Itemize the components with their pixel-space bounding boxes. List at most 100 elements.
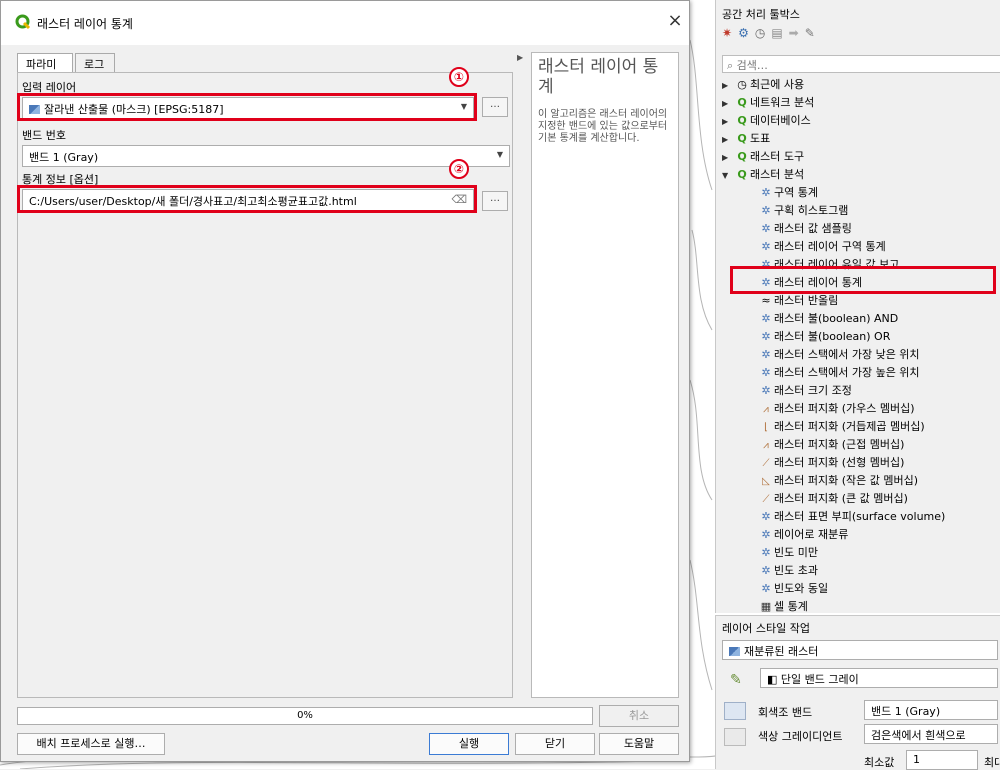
fuzzy-near-icon: ⩘ [763, 440, 769, 451]
tree-group-plots[interactable]: ▶ Q 도표 [722, 130, 770, 148]
tab-parameters[interactable]: 파라미터 [17, 53, 73, 87]
run-button[interactable]: 실행 [429, 733, 509, 755]
tree-item[interactable]: ✲ 래스터 불(boolean) OR [758, 328, 890, 346]
styled-layer-select[interactable]: 재분류된 래스터 [722, 640, 998, 660]
algorithm-gear-icon: ✲ [761, 582, 771, 595]
tree-item[interactable]: ⟋ 래스터 퍼지화 (선형 멤버십) [758, 454, 905, 472]
tree-item[interactable]: ✲ 레이어로 재분류 [758, 526, 848, 544]
tree-item[interactable]: ✲ 래스터 크기 조정 [758, 382, 851, 400]
group-label: 최근에 사용 [750, 78, 805, 91]
transparency-tab-icon[interactable] [724, 728, 746, 746]
edit-features-icon[interactable]: ➡ [789, 26, 805, 40]
search-placeholder: 검색… [736, 59, 768, 72]
paint-brush-icon: ✎ [730, 672, 742, 688]
tree-item[interactable]: ✲ 래스터 표면 부피(surface volume) [758, 508, 945, 526]
close-button[interactable]: 닫기 [515, 733, 595, 755]
highlight-box-input-layer [17, 93, 477, 121]
toolbox-title: 공간 처리 툴박스 [722, 8, 800, 21]
chevron-right-icon: ▶ [722, 135, 729, 144]
qgis-logo-icon [15, 14, 31, 30]
tree-item[interactable]: ✲ 래스터 레이어 구역 통계 [758, 238, 885, 256]
tree-item[interactable]: ✲ 래스터 불(boolean) AND [758, 310, 898, 328]
tree-item-label: 래스터 퍼지화 (거듭제곱 멤버십) [774, 420, 925, 433]
tree-group-raster-analysis[interactable]: ▼ Q 래스터 분석 [722, 166, 804, 184]
band-select[interactable]: 밴드 1 (Gray) ▼ [22, 145, 510, 167]
tree-item-label: 래스터 퍼지화 (작은 값 멤버십) [774, 474, 919, 487]
tree-item[interactable]: ✲ 래스터 스택에서 가장 높은 위치 [758, 364, 919, 382]
tree-item-label: 구역 통계 [774, 186, 818, 199]
tree-item-label: 래스터 표면 부피(surface volume) [774, 510, 946, 523]
progress-bar: 0% [17, 707, 593, 725]
input-layer-browse-button[interactable]: … [482, 97, 508, 117]
tree-item-label: 래스터 스택에서 가장 낮은 위치 [774, 348, 920, 361]
fuzzy-linear-icon: ⟋ [762, 458, 770, 469]
tree-item[interactable]: ⌊ 래스터 퍼지화 (거듭제곱 멤버십) [758, 418, 925, 436]
raster-layer-icon [729, 647, 740, 656]
parameters-panel: 입력 레이어 잘라낸 산출물 (마스크) [EPSG:5187] ▼ … 밴드 … [17, 72, 513, 698]
tree-item-label: 구획 히스토그램 [774, 204, 849, 217]
algorithm-gear-icon: ✲ [761, 564, 771, 577]
tree-item[interactable]: ◺ 래스터 퍼지화 (작은 값 멤버십) [758, 472, 918, 490]
help-button[interactable]: 도움말 [599, 733, 679, 755]
tree-item[interactable]: ✲ 래스터 값 샘플링 [758, 220, 851, 238]
tree-group-database[interactable]: ▶ Q 데이터베이스 [722, 112, 811, 130]
tree-item-label: 래스터 반올림 [774, 294, 839, 307]
color-gradient-label: 색상 그레이디언트 [758, 730, 843, 743]
python-icon[interactable]: ⚙ [738, 26, 755, 40]
fuzzy-large-icon: ⟋ [762, 494, 770, 505]
options-icon[interactable]: ✎ [805, 26, 821, 40]
tree-item[interactable]: ✲ 빈도와 동일 [758, 580, 828, 598]
tree-item[interactable]: ⩘ 래스터 퍼지화 (근접 멤버십) [758, 436, 904, 454]
help-panel: 래스터 레이어 통계 이 알고리즘은 래스터 레이어의 지정한 밴드에 있는 값… [531, 52, 679, 698]
chevron-down-icon: ▼ [722, 171, 729, 180]
group-label: 네트워크 분석 [750, 96, 815, 109]
min-value-label: 최소값 [864, 756, 895, 769]
algorithm-gear-icon: ✲ [761, 240, 771, 253]
tab-log[interactable]: 로그 [75, 53, 115, 73]
cancel-button[interactable]: 취소 [599, 705, 679, 727]
models-icon[interactable]: ✷ [722, 26, 738, 40]
help-description: 이 알고리즘은 래스터 레이어의 지정한 밴드에 있는 값으로부터 기본 통계를… [538, 109, 668, 144]
statistics-output-browse-button[interactable]: … [482, 191, 508, 211]
tree-group-network[interactable]: ▶ Q 네트워크 분석 [722, 94, 814, 112]
progress-text: 0% [297, 710, 313, 721]
min-value-input[interactable]: 1 [906, 750, 978, 770]
qgis-icon: Q [737, 96, 747, 109]
close-icon[interactable]: × [663, 9, 687, 33]
search-icon: ⌕ [727, 59, 734, 72]
gray-band-select[interactable]: 밴드 1 (Gray) [864, 700, 998, 720]
algorithm-gear-icon: ✲ [761, 546, 771, 559]
tree-group-recent[interactable]: ▶ ◷ 최근에 사용 [722, 76, 804, 94]
tree-item[interactable]: ▦ 셀 통계 [758, 598, 808, 616]
symbology-tab-icon[interactable] [724, 702, 746, 720]
panel-splitter-handle[interactable]: ▶ [517, 53, 525, 65]
annotation-number-1: ① [449, 67, 469, 87]
batch-process-button[interactable]: 배치 프로세스로 실행… [17, 733, 165, 755]
cell-statistics-icon: ▦ [760, 600, 772, 613]
renderer-type-select[interactable]: ◧ 단일 밴드 그레이 [760, 668, 998, 688]
tree-item-label: 래스터 퍼지화 (선형 멤버십) [774, 456, 905, 469]
max-value-label: 최대 [984, 756, 1000, 769]
qgis-icon: Q [737, 168, 747, 181]
fuzzy-small-icon: ◺ [762, 476, 770, 487]
color-gradient-select[interactable]: 검은색에서 흰색으로 [864, 724, 998, 744]
tree-item-label: 빈도 미만 [774, 546, 818, 559]
tree-item[interactable]: ✲ 빈도 초과 [758, 562, 818, 580]
tree-item[interactable]: ✲ 구획 히스토그램 [758, 202, 848, 220]
tree-group-raster-tools[interactable]: ▶ Q 래스터 도구 [722, 148, 804, 166]
toolbox-search-input[interactable]: ⌕ 검색… [722, 55, 1000, 73]
tree-item-label: 래스터 불(boolean) OR [774, 330, 891, 343]
tree-item[interactable]: ⩘ 래스터 퍼지화 (가우스 멤버십) [758, 400, 914, 418]
tree-item[interactable]: ✲ 빈도 미만 [758, 544, 818, 562]
tree-item[interactable]: ✲ 구역 통계 [758, 184, 818, 202]
algorithm-gear-icon: ✲ [761, 186, 771, 199]
help-title: 래스터 레이어 통계 [538, 57, 659, 97]
tree-item[interactable]: ⟋ 래스터 퍼지화 (큰 값 멤버십) [758, 490, 908, 508]
history-icon[interactable]: ◷ [755, 26, 771, 40]
tree-item[interactable]: ≈ 래스터 반올림 [758, 292, 838, 310]
qgis-icon: Q [737, 150, 747, 163]
tree-item[interactable]: ✲ 래스터 스택에서 가장 낮은 위치 [758, 346, 920, 364]
group-label: 래스터 도구 [750, 150, 805, 163]
results-icon[interactable]: ▤ [771, 26, 788, 40]
chevron-right-icon: ▶ [722, 153, 729, 162]
